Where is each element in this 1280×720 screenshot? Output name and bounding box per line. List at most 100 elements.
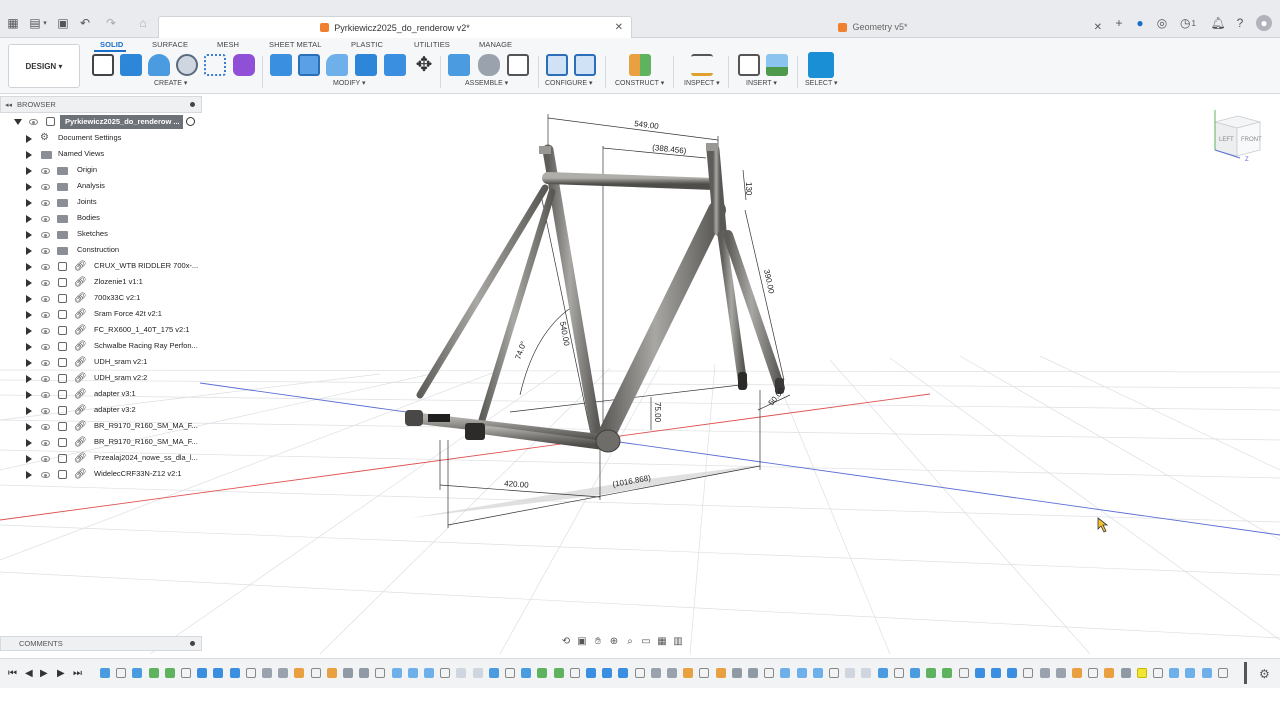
expand-chevron-icon[interactable] bbox=[14, 119, 22, 125]
timeline-feature-icon[interactable] bbox=[537, 668, 548, 678]
activate-radio-icon[interactable] bbox=[186, 117, 195, 126]
configure-rule-icon[interactable] bbox=[574, 54, 596, 76]
browser-item[interactable]: 🔗︎ Schwalbe Racing Ray Perfon... bbox=[0, 339, 202, 355]
timeline-feature-icon[interactable] bbox=[974, 668, 985, 678]
expand-chevron-icon[interactable] bbox=[26, 407, 32, 415]
expand-chevron-icon[interactable] bbox=[26, 151, 32, 159]
press-pull-icon[interactable] bbox=[270, 54, 292, 76]
revolve-icon[interactable] bbox=[148, 54, 170, 76]
timeline-feature-icon[interactable] bbox=[1055, 668, 1066, 678]
shell-icon[interactable] bbox=[326, 54, 348, 76]
timeline-feature-icon[interactable] bbox=[100, 668, 110, 678]
timeline-settings-gear-icon[interactable]: ⚙ bbox=[1259, 667, 1270, 681]
hole-icon[interactable] bbox=[176, 54, 198, 76]
tab-surface[interactable]: SURFACE bbox=[152, 40, 188, 49]
grid-settings-icon[interactable]: ▦ bbox=[656, 636, 668, 648]
root-component-label[interactable]: Pyrkiewicz2025_do_renderow ... bbox=[60, 115, 183, 129]
dim-seat-angle[interactable]: 74.0° bbox=[513, 340, 528, 361]
timeline-feature-icon[interactable] bbox=[829, 668, 839, 678]
timeline-feature-icon[interactable] bbox=[812, 668, 823, 678]
timeline-feature-icon[interactable] bbox=[424, 668, 434, 678]
dim-head-tube[interactable]: 130 bbox=[744, 182, 753, 196]
inspect-group-label[interactable]: INSPECT ▾ bbox=[684, 79, 720, 87]
timeline-feature-icon[interactable] bbox=[602, 668, 613, 678]
select-group-label[interactable]: SELECT ▾ bbox=[805, 79, 838, 87]
timeline-feature-icon[interactable] bbox=[310, 668, 321, 678]
play-icon[interactable]: ▶ bbox=[40, 668, 48, 679]
timeline-feature-icon[interactable] bbox=[278, 668, 289, 678]
configure-group-label[interactable]: CONFIGURE ▾ bbox=[545, 79, 592, 87]
insert-image-icon[interactable] bbox=[766, 54, 788, 76]
comments-add-icon[interactable] bbox=[190, 641, 195, 646]
timeline-feature-icon[interactable] bbox=[1217, 668, 1228, 678]
visibility-eye-icon[interactable] bbox=[41, 248, 50, 254]
expand-chevron-icon[interactable] bbox=[26, 263, 32, 271]
dim-reach-ref[interactable]: (388.456) bbox=[652, 143, 687, 156]
measure-icon[interactable] bbox=[691, 54, 713, 76]
go-to-start-icon[interactable]: ⏮︎ bbox=[8, 668, 17, 679]
visibility-eye-icon[interactable] bbox=[41, 440, 50, 446]
timeline-feature-icon[interactable] bbox=[1007, 668, 1018, 678]
visibility-eye-icon[interactable] bbox=[41, 392, 50, 398]
insert-derive-icon[interactable] bbox=[738, 54, 760, 76]
viewcube-front-face[interactable]: FRONT bbox=[1241, 137, 1262, 143]
timeline-feature-icon[interactable] bbox=[181, 668, 191, 678]
timeline-feature-icon[interactable] bbox=[505, 668, 515, 678]
timeline-feature-icon[interactable] bbox=[796, 668, 807, 678]
timeline-feature-icon[interactable] bbox=[197, 668, 208, 678]
dim-top-tube[interactable]: 549.00 bbox=[634, 119, 660, 131]
step-forward-icon[interactable]: ▶ bbox=[57, 668, 65, 679]
comments-panel-header[interactable]: COMMENTS bbox=[0, 636, 202, 651]
visibility-eye-icon[interactable] bbox=[41, 424, 50, 430]
bell-icon[interactable]: 🔔︎ bbox=[1210, 16, 1225, 30]
viewcube-left-face[interactable]: LEFT bbox=[1219, 137, 1234, 143]
timeline-feature-icon[interactable] bbox=[683, 668, 694, 678]
visibility-eye-icon[interactable] bbox=[41, 456, 50, 462]
dim-fork[interactable]: 390.00 bbox=[762, 269, 776, 295]
visibility-eye-icon[interactable] bbox=[41, 264, 50, 270]
timeline-track[interactable] bbox=[96, 665, 1246, 683]
timeline-feature-icon[interactable] bbox=[521, 668, 532, 678]
timeline-feature-icon[interactable] bbox=[326, 668, 337, 678]
browser-item[interactable]: 🔗︎ BR_R9170_R160_SM_MA_F... bbox=[0, 435, 202, 451]
timeline-feature-icon[interactable] bbox=[1201, 668, 1212, 678]
timeline-marker[interactable] bbox=[1244, 662, 1247, 684]
expand-chevron-icon[interactable] bbox=[26, 215, 32, 223]
browser-item[interactable]: 🔗︎ BR_R9170_R160_SM_MA_F... bbox=[0, 419, 202, 435]
browser-item[interactable]: Origin bbox=[0, 163, 202, 179]
file-menu-chevron-icon[interactable]: ▾ bbox=[38, 16, 52, 30]
tab-inactive-document[interactable]: Geometry v5* ✕ bbox=[636, 16, 1110, 38]
timeline-feature-icon[interactable] bbox=[569, 668, 580, 678]
job-status-icon[interactable]: ◎ bbox=[1155, 16, 1169, 30]
timeline-feature-icon[interactable] bbox=[877, 668, 888, 678]
browser-item[interactable]: 🔗︎ UDH_sram v2:2 bbox=[0, 371, 202, 387]
clock-icon[interactable]: ◷ 1 bbox=[1177, 16, 1199, 30]
timeline-feature-icon[interactable] bbox=[1072, 668, 1082, 678]
visibility-eye-icon[interactable] bbox=[41, 184, 50, 190]
browser-item[interactable]: 🔗︎ WidelecCRF33N-Z12 v2:1 bbox=[0, 467, 202, 483]
timeline-feature-icon[interactable] bbox=[472, 668, 483, 678]
visibility-eye-icon[interactable] bbox=[41, 312, 50, 318]
timeline-feature-icon[interactable] bbox=[634, 668, 645, 678]
timeline-feature-icon[interactable] bbox=[618, 668, 629, 678]
timeline-feature-icon[interactable] bbox=[245, 668, 256, 678]
browser-item[interactable]: ⚙ Document Settings bbox=[0, 131, 202, 147]
browser-item[interactable]: 🔗︎ UDH_sram v2:1 bbox=[0, 355, 202, 371]
timeline-feature-icon[interactable] bbox=[910, 668, 920, 678]
expand-chevron-icon[interactable] bbox=[26, 295, 32, 303]
timeline-feature-icon[interactable] bbox=[294, 668, 305, 678]
visibility-eye-icon[interactable] bbox=[41, 344, 50, 350]
browser-item[interactable]: Joints bbox=[0, 195, 202, 211]
create-group-label[interactable]: CREATE ▾ bbox=[154, 79, 187, 87]
timeline-feature-icon[interactable] bbox=[391, 668, 402, 678]
move-copy-icon[interactable]: ✥ bbox=[413, 54, 435, 76]
help-icon[interactable]: ? bbox=[1233, 16, 1247, 30]
dim-seat-tube[interactable]: 540.00 bbox=[558, 321, 571, 347]
timeline-feature-icon[interactable] bbox=[586, 668, 596, 678]
timeline-feature-icon[interactable] bbox=[1120, 668, 1131, 678]
fit-icon[interactable]: ⌕ bbox=[624, 636, 636, 648]
timeline-feature-icon[interactable] bbox=[715, 668, 726, 678]
dim-chainstay[interactable]: 420.00 bbox=[504, 479, 530, 490]
timeline-feature-icon[interactable] bbox=[667, 668, 677, 678]
timeline-feature-icon[interactable] bbox=[116, 668, 127, 678]
